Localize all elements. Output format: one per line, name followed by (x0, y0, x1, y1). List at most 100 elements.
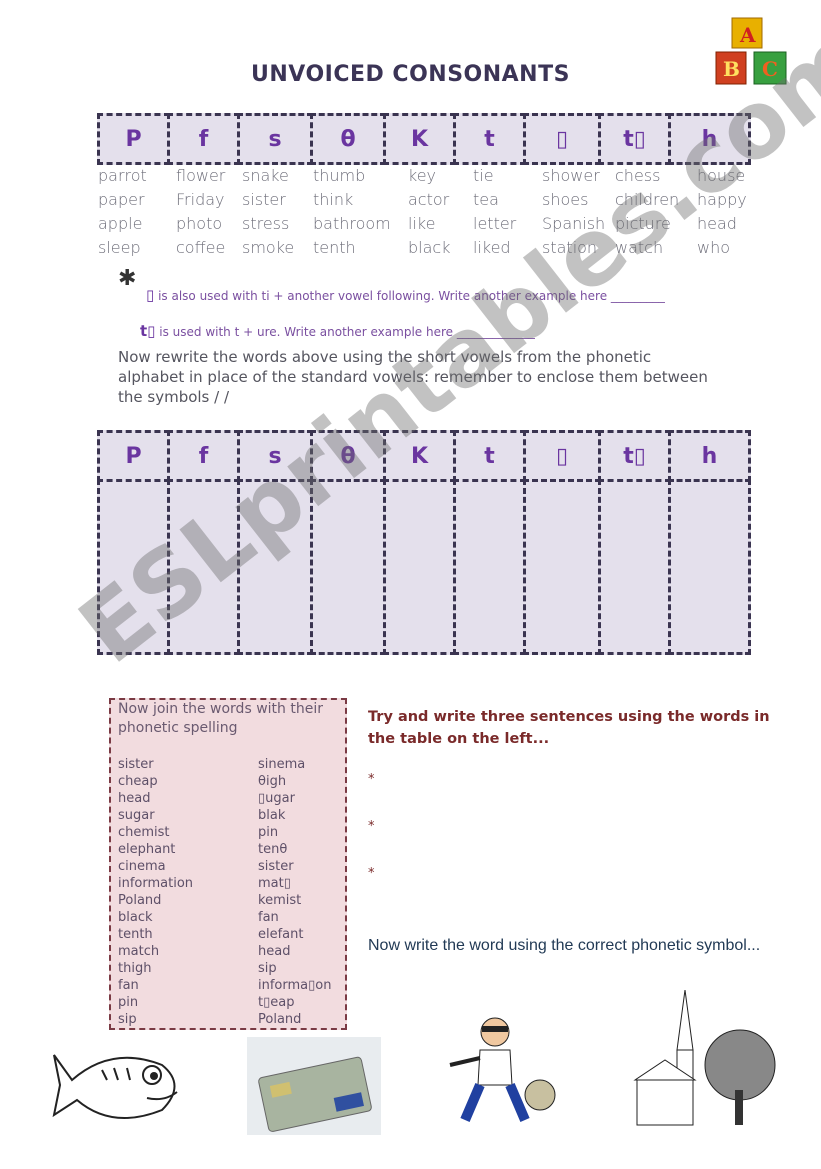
example-word: tea (473, 190, 499, 209)
join-phonetic: t▯eap (258, 995, 295, 1010)
symbol-header: f (167, 430, 240, 482)
example-word: happy (697, 190, 747, 209)
join-phonetic: sinema (258, 757, 306, 772)
join-word: pin (118, 995, 139, 1010)
join-phonetic: blak (258, 808, 286, 823)
sentence-bullet: * (368, 866, 375, 881)
join-word: Poland (118, 893, 162, 908)
answer-cell[interactable] (453, 479, 526, 655)
symbol-header: t (453, 113, 526, 165)
symbol-header: K (383, 430, 456, 482)
example-word: smoke (242, 238, 295, 257)
join-phonetic: sister (258, 859, 294, 874)
example-word: bathroom (313, 214, 391, 233)
credit-card-image (247, 1037, 381, 1135)
example-word: shower (542, 166, 600, 185)
join-word: information (118, 876, 194, 891)
join-word: cheap (118, 774, 158, 789)
symbol-header: s (237, 113, 313, 165)
join-phonetic: sip (258, 961, 277, 976)
example-word: actor (408, 190, 450, 209)
example-word: chess (615, 166, 661, 185)
example-word: house (697, 166, 746, 185)
join-phonetic: head (258, 944, 291, 959)
example-word: letter (473, 214, 517, 233)
answer-cell[interactable] (668, 479, 751, 655)
example-word: Spanish (542, 214, 606, 233)
example-word: head (697, 214, 737, 233)
symbol-header: h (668, 113, 751, 165)
symbol-ch: t▯ (140, 322, 156, 340)
answer-cell[interactable] (97, 479, 170, 655)
symbol-header: ▯ (523, 113, 601, 165)
join-phonetic: pin (258, 825, 279, 840)
symbol-header: θ (310, 430, 386, 482)
join-word: elephant (118, 842, 176, 857)
example-word: stress (242, 214, 290, 233)
example-word: sleep (98, 238, 141, 257)
sentence-bullet: * (368, 772, 375, 787)
join-word: black (118, 910, 153, 925)
symbol-header: h (668, 430, 751, 482)
example-word: think (313, 190, 354, 209)
symbol-header: K (383, 113, 456, 165)
join-phonetic: θigh (258, 774, 287, 789)
answer-cell[interactable] (523, 479, 601, 655)
example-word: shoes (542, 190, 589, 209)
svg-text:C: C (762, 57, 778, 81)
sentence-bullet: * (368, 819, 375, 834)
church-image (633, 990, 776, 1126)
svg-text:B: B (723, 57, 740, 81)
example-word: photo (176, 214, 223, 233)
abc-blocks-logo: A B C (715, 17, 787, 85)
answer-cell[interactable] (237, 479, 313, 655)
rewrite-instruction: Now rewrite the words above using the sh… (118, 348, 708, 406)
join-phonetic: mat▯ (258, 876, 291, 891)
symbol-header: P (97, 430, 170, 482)
join-phonetic: informa▯on (258, 978, 332, 993)
example-word: thumb (313, 166, 366, 185)
symbol-header: θ (310, 113, 386, 165)
join-phonetic: fan (258, 910, 279, 925)
example-word: parrot (98, 166, 147, 185)
join-word: chemist (118, 825, 170, 840)
symbol-header: s (237, 430, 313, 482)
join-word: match (118, 944, 160, 959)
answer-cell[interactable] (383, 479, 456, 655)
example-word: children (615, 190, 680, 209)
svg-text:A: A (739, 23, 756, 47)
join-heading: Now join the words with their phonetic s… (118, 701, 323, 736)
symbol-header: t▯ (598, 113, 671, 165)
join-word: sugar (118, 808, 155, 823)
answer-cell[interactable] (310, 479, 386, 655)
symbol-header: P (97, 113, 170, 165)
join-word: tenth (118, 927, 153, 942)
join-word: fan (118, 978, 139, 993)
symbol-header: ▯ (523, 430, 601, 482)
example-word: tenth (313, 238, 356, 257)
example-word: black (408, 238, 451, 257)
thief-image (449, 1017, 556, 1122)
join-phonetic: Poland (258, 1012, 302, 1027)
example-word: station (542, 238, 598, 257)
join-word: head (118, 791, 151, 806)
asterisk-icon: ✱ (118, 266, 137, 291)
example-word: liked (473, 238, 511, 257)
join-word: sip (118, 1012, 137, 1027)
join-phonetic: tenθ (258, 842, 288, 857)
example-word: key (408, 166, 437, 185)
example-word: like (408, 214, 436, 233)
note-ch: t▯ is used with t + ure. Write another e… (140, 322, 535, 340)
example-word: who (697, 238, 731, 257)
example-word: watch (615, 238, 664, 257)
worksheet-page: UNVOICED CONSONANTS A B C Pparrot paper ap… (0, 0, 821, 1169)
sentences-prompt: Try and write three sentences using the … (368, 709, 770, 747)
page-title: UNVOICED CONSONANTS (251, 62, 570, 87)
join-phonetic: kemist (258, 893, 302, 908)
join-word: sister (118, 757, 154, 772)
example-word: picture (615, 214, 671, 233)
answer-cell[interactable] (167, 479, 240, 655)
join-phonetic: elefant (258, 927, 304, 942)
answer-cell[interactable] (598, 479, 671, 655)
example-word: tie (473, 166, 494, 185)
